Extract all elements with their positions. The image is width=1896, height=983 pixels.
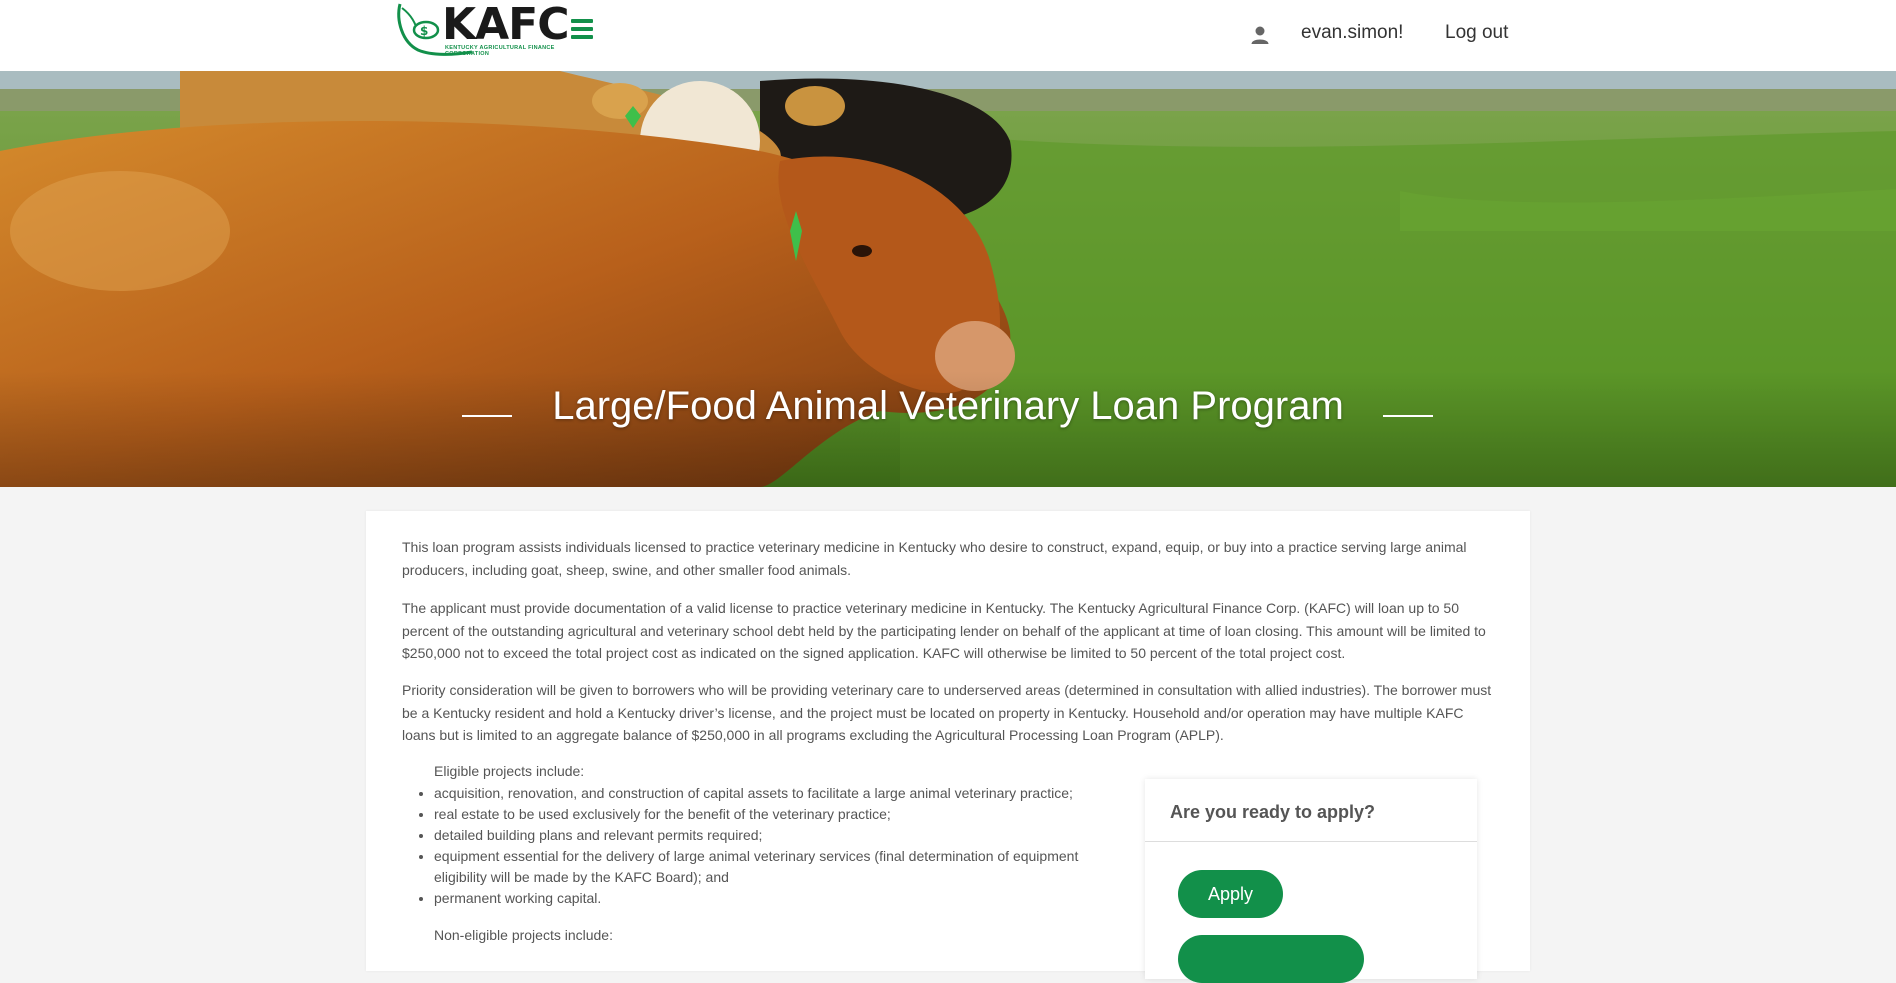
list-item: equipment essential for the delivery of … [434, 846, 1114, 888]
username-label[interactable]: evan.simon! [1301, 22, 1403, 44]
divider [1145, 841, 1477, 842]
list-item: permanent working capital. [434, 888, 1114, 909]
site-header: $ KAFC KENTUCKY AGRICULTURAL FINANCE COR… [0, 0, 1896, 71]
priority-paragraph: Priority consideration will be given to … [402, 682, 1492, 743]
apply-button[interactable]: Apply [1178, 870, 1283, 918]
list-item: detailed building plans and relevant per… [434, 825, 1114, 846]
logo-wordmark[interactable]: KAFC [442, 1, 569, 49]
hamburger-menu-icon[interactable] [571, 19, 593, 39]
secondary-action-button[interactable] [1178, 935, 1364, 983]
page-title: Large/Food Animal Veterinary Loan Progra… [552, 384, 1344, 428]
eligible-heading: Eligible projects include: [434, 763, 585, 779]
logo-subtitle: KENTUCKY AGRICULTURAL FINANCE CORPORATIO… [445, 45, 555, 57]
hero-banner: Large/Food Animal Veterinary Loan Progra… [0, 71, 1896, 487]
person-icon [1251, 26, 1269, 44]
logout-link[interactable]: Log out [1445, 22, 1508, 44]
list-item: real estate to be used exclusively for t… [434, 804, 1114, 825]
non-eligible-heading: Non-eligible projects include: [434, 927, 613, 943]
title-rule-left [462, 415, 512, 417]
title-rule-right [1383, 415, 1433, 417]
list-item: acquisition, renovation, and constructio… [434, 783, 1114, 804]
apply-panel-title: Are you ready to apply? [1170, 802, 1376, 822]
svg-text:$: $ [420, 24, 428, 38]
intro-paragraph: This loan program assists individuals li… [402, 539, 1467, 578]
eligible-projects-list: acquisition, renovation, and constructio… [434, 783, 1114, 909]
requirements-paragraph: The applicant must provide documentation… [402, 600, 1486, 661]
